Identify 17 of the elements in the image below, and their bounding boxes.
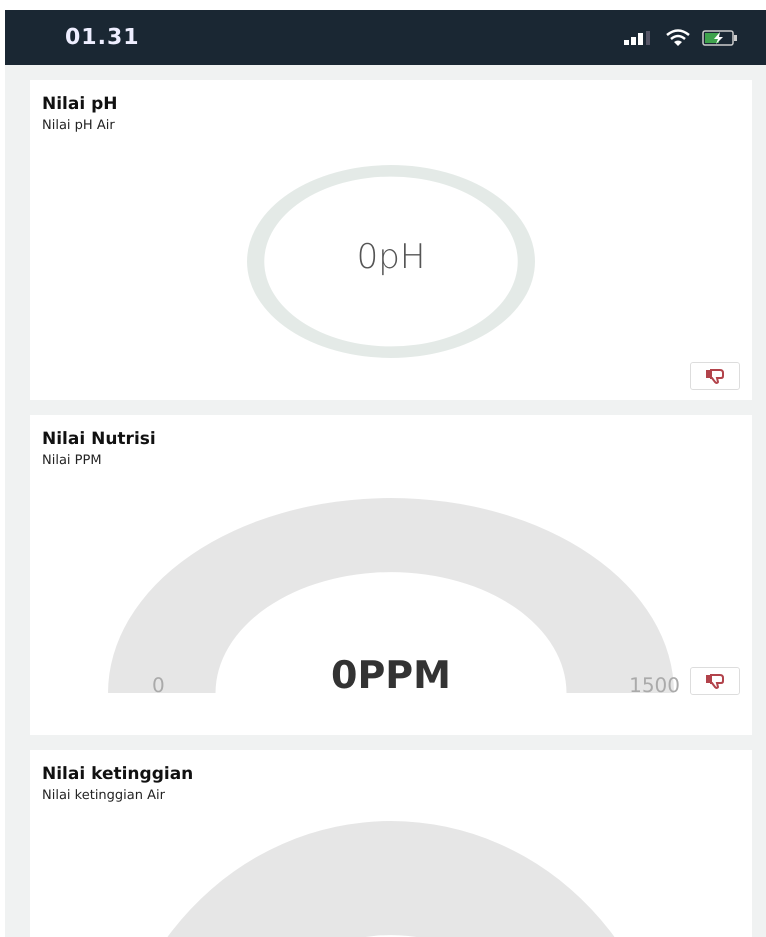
dislike-button[interactable]	[690, 667, 740, 695]
thumbs-down-icon	[705, 673, 725, 689]
card-subtitle: Nilai ketinggian Air	[42, 788, 166, 803]
battery-charging-icon	[702, 30, 738, 46]
dislike-button[interactable]	[690, 362, 740, 390]
wifi-icon	[666, 28, 690, 46]
gauge-value: 0pH	[356, 237, 426, 277]
thumbs-down-icon	[705, 368, 725, 384]
card-title: Nilai Nutrisi	[42, 429, 157, 449]
gauge-value: 0PPM	[331, 653, 451, 697]
card-title: Nilai pH	[42, 94, 118, 114]
gauge-max-label: 1500	[629, 673, 680, 697]
card-subtitle: Nilai pH Air	[42, 118, 116, 133]
status-time: 01.31	[65, 25, 140, 50]
card-title: Nilai ketinggian	[42, 764, 194, 784]
gauge-min-label: 0	[152, 673, 165, 697]
card-subtitle: Nilai PPM	[42, 453, 103, 468]
